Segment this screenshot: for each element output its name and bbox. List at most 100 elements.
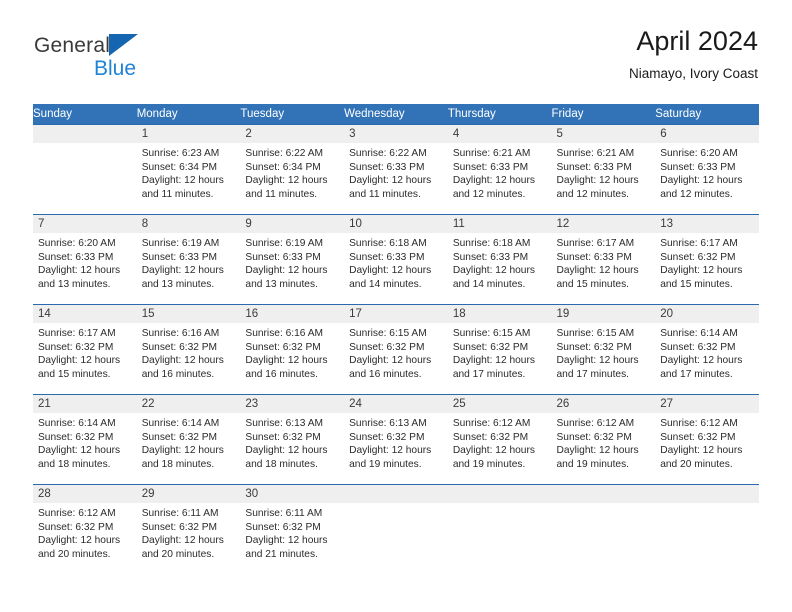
sunset-line: Sunset: 6:32 PM bbox=[141, 341, 218, 353]
daylight-line-1: Daylight: 12 hours bbox=[452, 355, 535, 367]
day-cell-inner: 18 Sunrise: 6:15 AM Sunset: 6:32 PM Dayligh… bbox=[447, 305, 552, 394]
day-cell[interactable]: 18 Sunrise: 6:15 AM Sunset: 6:32 PM Dayligh… bbox=[447, 305, 552, 395]
day-cell-inner: 14 Sunrise: 6:17 AM Sunset: 6:32 PM Dayligh… bbox=[33, 305, 137, 394]
day-cell[interactable]: 13 Sunrise: 6:17 AM Sunset: 6:32 PM Dayligh… bbox=[655, 215, 759, 305]
day-cell[interactable]: 21 Sunrise: 6:14 AM Sunset: 6:32 PM Dayligh… bbox=[33, 395, 137, 485]
weekday-header-row: Sunday Monday Tuesday Wednesday Thursday Frid… bbox=[33, 104, 759, 125]
daylight-line-1: Daylight: 12 hours bbox=[452, 445, 535, 457]
day-cell-inner bbox=[33, 125, 137, 214]
day-cell[interactable]: 19 Sunrise: 6:15 AM Sunset: 6:32 PM Dayligh… bbox=[551, 305, 656, 395]
day-details: Sunrise: 6:17 AM Sunset: 6:33 PM Daylight:… bbox=[552, 233, 656, 291]
day-cell[interactable]: 3 Sunrise: 6:22 AM Sunset: 6:33 PM Daylight… bbox=[344, 125, 448, 215]
day-cell-inner: 16 Sunrise: 6:16 AM Sunset: 6:32 PM Dayligh… bbox=[240, 305, 345, 394]
sunrise-line: Sunrise: 6:17 AM bbox=[556, 238, 635, 249]
sunset-line: Sunset: 6:32 PM bbox=[38, 341, 114, 353]
day-number: 26 bbox=[551, 395, 656, 413]
day-number: 29 bbox=[136, 485, 241, 503]
day-number: 7 bbox=[33, 215, 137, 233]
sunrise-line: Sunrise: 6:20 AM bbox=[660, 148, 738, 159]
weekday-header-tuesday: Tuesday bbox=[240, 104, 345, 125]
day-number: 5 bbox=[551, 125, 656, 143]
day-cell[interactable]: 28 Sunrise: 6:12 AM Sunset: 6:32 PM Dayligh… bbox=[33, 485, 137, 575]
day-number: 3 bbox=[344, 125, 448, 143]
day-cell[interactable]: 8 Sunrise: 6:19 AM Sunset: 6:33 PM Daylight… bbox=[136, 215, 241, 305]
sunrise-line: Sunrise: 6:17 AM bbox=[38, 328, 116, 339]
daylight-line-1: Daylight: 12 hours bbox=[38, 535, 121, 547]
day-cell[interactable]: 1 Sunrise: 6:23 AM Sunset: 6:34 PM Daylight… bbox=[136, 125, 241, 215]
day-cell[interactable]: 11 Sunrise: 6:18 AM Sunset: 6:33 PM Dayligh… bbox=[447, 215, 552, 305]
day-cell-inner: 22 Sunrise: 6:14 AM Sunset: 6:32 PM Dayligh… bbox=[136, 395, 241, 484]
daylight-line-2: and 17 minutes. bbox=[556, 368, 630, 380]
sunrise-line: Sunrise: 6:19 AM bbox=[141, 238, 220, 249]
daylight-line-2: and 18 minutes. bbox=[38, 458, 111, 470]
sunset-line: Sunset: 6:32 PM bbox=[660, 431, 736, 443]
day-cell-inner: 30 Sunrise: 6:11 AM Sunset: 6:32 PM Dayligh… bbox=[240, 485, 345, 574]
sunrise-line: Sunrise: 6:18 AM bbox=[349, 238, 427, 249]
day-cell[interactable]: 23 Sunrise: 6:13 AM Sunset: 6:32 PM Dayligh… bbox=[240, 395, 345, 485]
day-details: Sunrise: 6:21 AM Sunset: 6:33 PM Daylight:… bbox=[552, 143, 656, 201]
day-details: Sunrise: 6:12 AM Sunset: 6:32 PM Daylight:… bbox=[448, 413, 552, 471]
day-cell[interactable]: 15 Sunrise: 6:16 AM Sunset: 6:32 PM Dayligh… bbox=[136, 305, 241, 395]
weekday-header-thursday: Thursday bbox=[447, 104, 552, 125]
day-number: 6 bbox=[655, 125, 759, 143]
day-cell[interactable]: 29 Sunrise: 6:11 AM Sunset: 6:32 PM Dayligh… bbox=[136, 485, 241, 575]
sunrise-line: Sunrise: 6:11 AM bbox=[141, 508, 219, 519]
day-number: 17 bbox=[344, 305, 448, 323]
day-cell[interactable]: 14 Sunrise: 6:17 AM Sunset: 6:32 PM Dayligh… bbox=[33, 305, 137, 395]
day-details: Sunrise: 6:19 AM Sunset: 6:33 PM Daylight:… bbox=[240, 233, 344, 291]
day-cell[interactable]: 6 Sunrise: 6:20 AM Sunset: 6:33 PM Daylight… bbox=[655, 125, 759, 215]
day-cell[interactable]: 24 Sunrise: 6:13 AM Sunset: 6:32 PM Dayligh… bbox=[344, 395, 448, 485]
day-cell[interactable]: 16 Sunrise: 6:16 AM Sunset: 6:32 PM Dayligh… bbox=[240, 305, 345, 395]
daylight-line-2: and 20 minutes. bbox=[141, 548, 215, 560]
daylight-line-1: Daylight: 12 hours bbox=[556, 445, 639, 457]
calendar-body: 1 Sunrise: 6:23 AM Sunset: 6:34 PM Daylight… bbox=[33, 124, 759, 575]
brand-logo[interactable]: General Blue bbox=[34, 34, 254, 90]
day-cell-inner: 28 Sunrise: 6:12 AM Sunset: 6:32 PM Dayligh… bbox=[33, 485, 137, 574]
day-cell[interactable]: 4 Sunrise: 6:21 AM Sunset: 6:33 PM Daylight… bbox=[447, 125, 552, 215]
day-cell[interactable]: 17 Sunrise: 6:15 AM Sunset: 6:32 PM Dayligh… bbox=[344, 305, 448, 395]
calendar-week-row: 14 Sunrise: 6:17 AM Sunset: 6:32 PM Dayligh… bbox=[33, 304, 759, 395]
day-cell[interactable]: 20 Sunrise: 6:14 AM Sunset: 6:32 PM Dayligh… bbox=[655, 305, 759, 395]
brand-name-blue: Blue bbox=[94, 57, 137, 80]
day-cell[interactable]: 12 Sunrise: 6:17 AM Sunset: 6:33 PM Dayligh… bbox=[551, 215, 656, 305]
sunrise-line: Sunrise: 6:12 AM bbox=[556, 418, 635, 429]
daylight-line-2: and 12 minutes. bbox=[452, 188, 526, 200]
day-cell-empty bbox=[33, 125, 137, 215]
day-number: 11 bbox=[447, 215, 552, 233]
day-cell[interactable]: 10 Sunrise: 6:18 AM Sunset: 6:33 PM Dayligh… bbox=[344, 215, 448, 305]
day-cell[interactable]: 5 Sunrise: 6:21 AM Sunset: 6:33 PM Daylight… bbox=[551, 125, 656, 215]
day-cell-inner: 1 Sunrise: 6:23 AM Sunset: 6:34 PM Daylight… bbox=[136, 125, 241, 214]
day-cell[interactable]: 25 Sunrise: 6:12 AM Sunset: 6:32 PM Dayligh… bbox=[447, 395, 552, 485]
day-details bbox=[655, 503, 759, 507]
day-cell[interactable]: 22 Sunrise: 6:14 AM Sunset: 6:32 PM Dayligh… bbox=[136, 395, 241, 485]
daylight-line-1: Daylight: 12 hours bbox=[245, 445, 328, 457]
day-cell[interactable]: 2 Sunrise: 6:22 AM Sunset: 6:34 PM Daylight… bbox=[240, 125, 345, 215]
day-details: Sunrise: 6:15 AM Sunset: 6:32 PM Daylight:… bbox=[344, 323, 448, 381]
day-number: 24 bbox=[344, 395, 448, 413]
day-cell[interactable]: 7 Sunrise: 6:20 AM Sunset: 6:33 PM Daylight… bbox=[33, 215, 137, 305]
daylight-line-2: and 11 minutes. bbox=[141, 188, 214, 200]
day-cell-inner: 24 Sunrise: 6:13 AM Sunset: 6:32 PM Dayligh… bbox=[344, 395, 448, 484]
day-cell[interactable]: 30 Sunrise: 6:11 AM Sunset: 6:32 PM Dayligh… bbox=[240, 485, 345, 575]
day-cell-inner: 20 Sunrise: 6:14 AM Sunset: 6:32 PM Dayligh… bbox=[655, 305, 759, 394]
sunset-line: Sunset: 6:32 PM bbox=[245, 521, 321, 533]
sunrise-line: Sunrise: 6:12 AM bbox=[38, 508, 116, 519]
daylight-line-2: and 18 minutes. bbox=[245, 458, 318, 470]
day-details: Sunrise: 6:14 AM Sunset: 6:32 PM Daylight:… bbox=[137, 413, 241, 471]
day-cell-inner bbox=[655, 485, 759, 574]
day-cell[interactable]: 9 Sunrise: 6:19 AM Sunset: 6:33 PM Daylight… bbox=[240, 215, 345, 305]
day-details: Sunrise: 6:22 AM Sunset: 6:33 PM Daylight:… bbox=[344, 143, 448, 201]
day-details: Sunrise: 6:17 AM Sunset: 6:32 PM Daylight:… bbox=[33, 323, 137, 381]
day-details: Sunrise: 6:11 AM Sunset: 6:32 PM Daylight:… bbox=[240, 503, 344, 561]
day-cell[interactable]: 26 Sunrise: 6:12 AM Sunset: 6:32 PM Dayligh… bbox=[551, 395, 656, 485]
calendar-week-row: 7 Sunrise: 6:20 AM Sunset: 6:33 PM Daylight… bbox=[33, 214, 759, 305]
sunrise-line: Sunrise: 6:13 AM bbox=[349, 418, 427, 429]
sunset-line: Sunset: 6:33 PM bbox=[38, 251, 114, 263]
daylight-line-1: Daylight: 12 hours bbox=[141, 535, 224, 547]
weekday-header-saturday: Saturday bbox=[655, 104, 759, 125]
day-cell[interactable]: 27 Sunrise: 6:12 AM Sunset: 6:32 PM Dayligh… bbox=[655, 395, 759, 485]
day-number: 25 bbox=[447, 395, 552, 413]
sunset-line: Sunset: 6:32 PM bbox=[141, 521, 218, 533]
brand-name-general: General bbox=[34, 34, 111, 57]
sunset-line: Sunset: 6:33 PM bbox=[349, 161, 425, 173]
